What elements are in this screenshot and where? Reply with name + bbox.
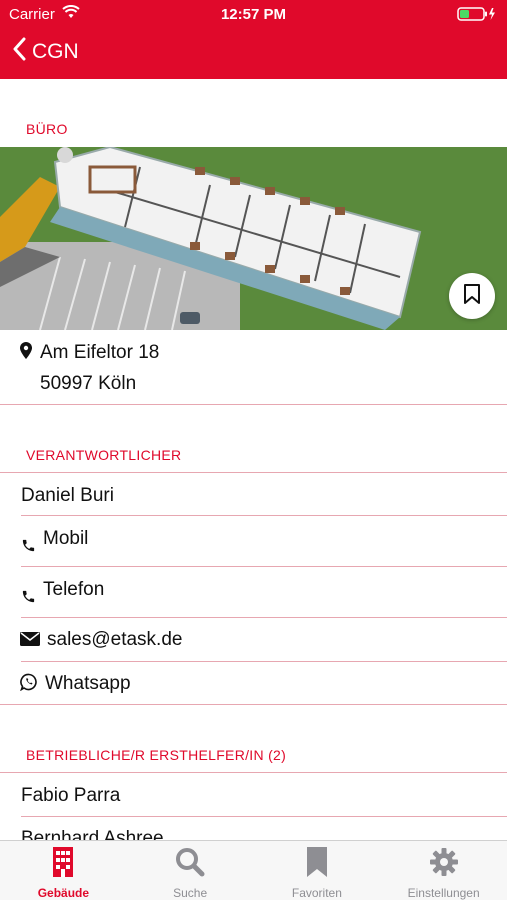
tab-label: Suche xyxy=(173,886,208,900)
gear-icon xyxy=(429,847,459,882)
divider xyxy=(0,704,507,705)
bookmark-icon xyxy=(306,847,328,882)
whatsapp-icon xyxy=(20,673,38,696)
address-city: 50997 Köln xyxy=(40,373,137,394)
section-title-first-aid: BETRIEBLICHE/R ERSTHELFER/IN (2) xyxy=(26,747,287,763)
chevron-left-icon xyxy=(12,37,26,67)
email-link: sales@etask.de xyxy=(47,629,183,650)
bookmark-button[interactable] xyxy=(449,273,495,319)
whatsapp-label: Whatsapp xyxy=(45,673,131,694)
divider xyxy=(0,404,507,405)
building-icon xyxy=(51,847,75,882)
phone-label: Telefon xyxy=(43,579,105,600)
tab-label: Einstellungen xyxy=(407,886,480,900)
phone-icon xyxy=(21,589,36,609)
divider xyxy=(0,472,507,473)
tab-settings[interactable]: Einstellungen xyxy=(380,841,507,900)
divider xyxy=(21,661,507,662)
back-button[interactable]: CGN xyxy=(12,36,79,68)
tab-bar: Gebäude Suche Favoriten Einstellungen xyxy=(0,840,507,900)
location-pin-icon xyxy=(20,342,32,364)
first-aider-name: Fabio Parra xyxy=(21,785,121,806)
divider xyxy=(21,515,507,516)
tab-buildings[interactable]: Gebäude xyxy=(0,841,127,900)
phone-icon xyxy=(21,538,36,558)
divider xyxy=(21,566,507,567)
tab-search[interactable]: Suche xyxy=(127,841,254,900)
divider xyxy=(0,772,507,773)
status-bar: Carrier 12:57 PM xyxy=(0,0,507,28)
navigation-bar: CGN xyxy=(0,30,507,74)
tab-label: Gebäude xyxy=(37,886,90,900)
envelope-icon xyxy=(20,632,40,651)
top-bar: Carrier 12:57 PM CGN xyxy=(0,0,507,79)
mobile-label: Mobil xyxy=(43,528,89,549)
tab-label: Favoriten xyxy=(291,886,342,900)
battery-icon xyxy=(457,7,497,25)
section-title-office: BÜRO xyxy=(26,121,68,137)
bookmark-icon xyxy=(463,283,481,310)
tab-favorites[interactable]: Favoriten xyxy=(254,841,381,900)
section-title-responsible: VERANTWORTLICHER xyxy=(26,447,182,463)
divider xyxy=(21,617,507,618)
back-label: CGN xyxy=(32,40,79,63)
building-image xyxy=(0,147,507,330)
responsible-name: Daniel Buri xyxy=(21,485,114,506)
address-street: Am Eifeltor 18 xyxy=(40,342,160,363)
search-icon xyxy=(175,847,205,882)
status-time: 12:57 PM xyxy=(220,6,287,23)
divider xyxy=(21,816,507,817)
